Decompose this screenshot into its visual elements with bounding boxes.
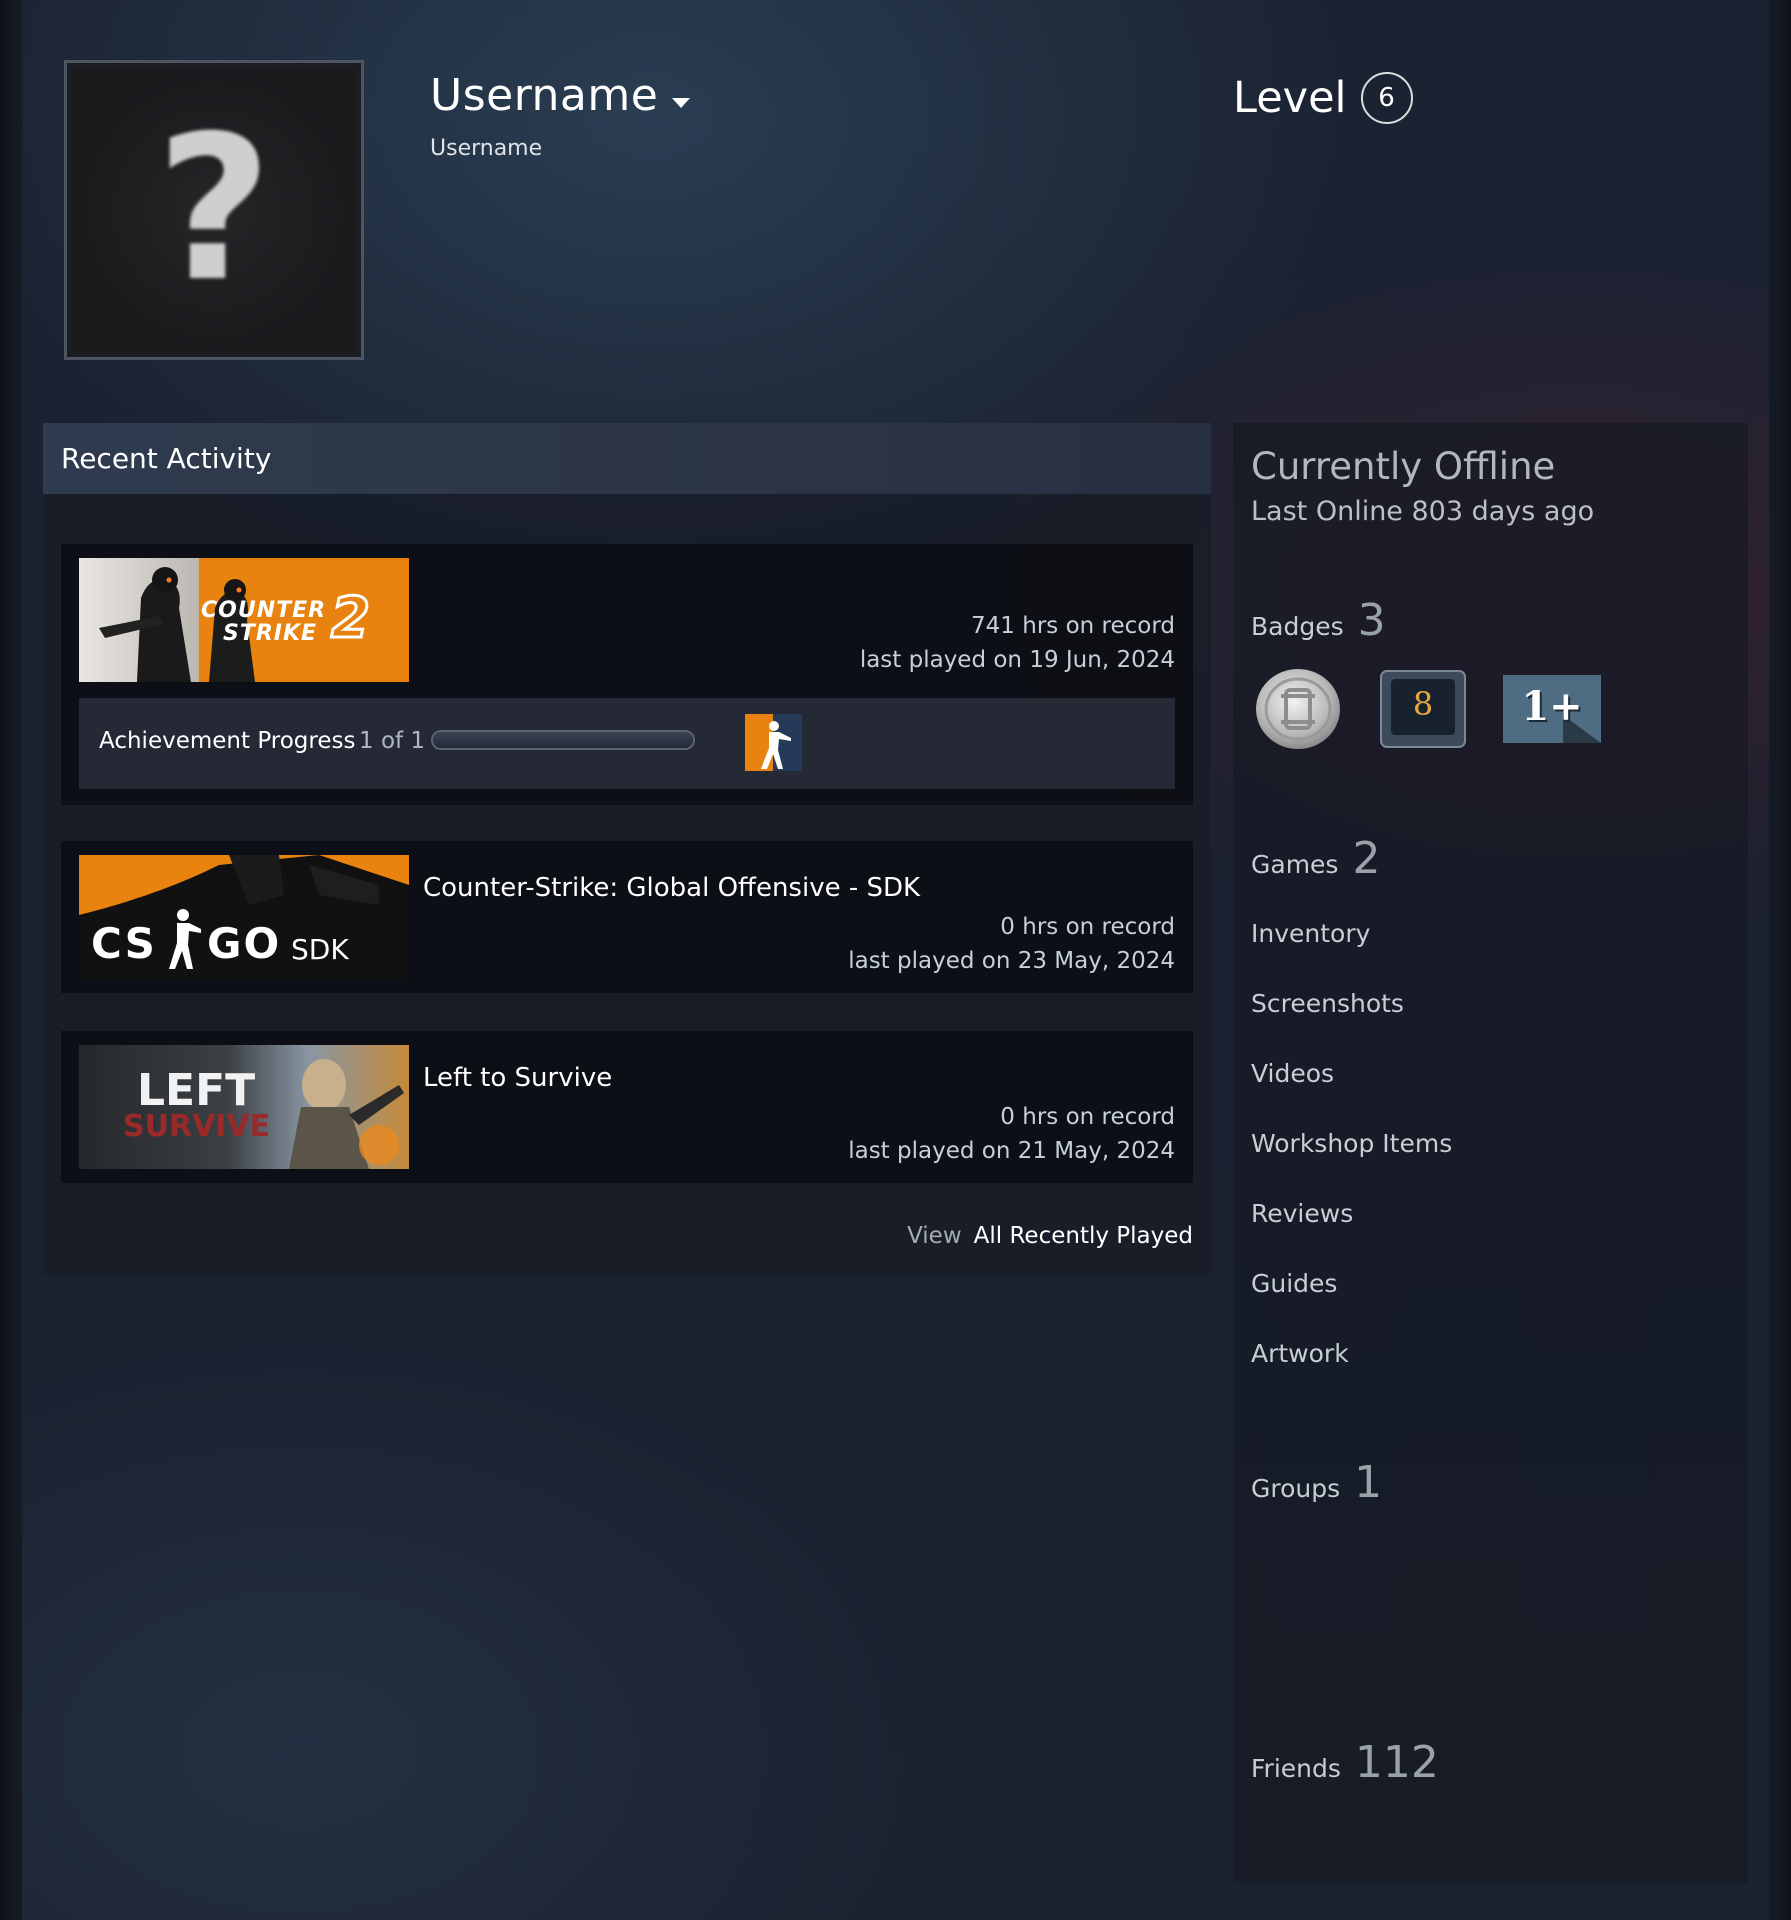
page-edge-right <box>1769 0 1791 1920</box>
csgo-soldier-icon <box>163 907 203 975</box>
game-name[interactable]: Counter-Strike: Global Offensive - SDK <box>423 873 920 903</box>
achievement-progress-label[interactable]: Achievement Progress <box>99 728 355 754</box>
capsule-text-go: GO <box>207 919 282 968</box>
last-online: Last Online 803 days ago <box>1251 496 1595 527</box>
game-last-played: last played on 21 May, 2024 <box>848 1138 1175 1164</box>
videos-link[interactable]: Videos <box>1251 1059 1334 1088</box>
view-all-recently-played[interactable]: View All Recently Played <box>907 1223 1193 1249</box>
achievement-progress-fill <box>433 732 693 748</box>
game-hours: 0 hrs on record <box>1000 1104 1175 1130</box>
achievement-progress-bar <box>431 730 695 750</box>
badges-link[interactable]: Badges 3 <box>1251 595 1386 646</box>
achievement-count: 1 of 1 <box>359 728 426 754</box>
all-recently-played-link[interactable]: All Recently Played <box>974 1223 1193 1249</box>
badges-label[interactable]: Badges <box>1251 612 1344 641</box>
groups-count[interactable]: 1 <box>1354 1457 1382 1508</box>
groups-label[interactable]: Groups <box>1251 1474 1340 1503</box>
workshop-items-link[interactable]: Workshop Items <box>1251 1129 1452 1158</box>
friends-count[interactable]: 112 <box>1355 1737 1439 1788</box>
artwork-link[interactable]: Artwork <box>1251 1339 1349 1368</box>
groups-link[interactable]: Groups 1 <box>1251 1457 1382 1508</box>
capsule-text-cs: CS <box>91 919 157 968</box>
left-to-survive-capsule[interactable]: LEFT SURVIVE <box>79 1045 409 1169</box>
level-label: Level <box>1233 73 1347 123</box>
recent-activity-header: Recent Activity <box>43 423 1211 494</box>
recent-game-left-to-survive: LEFT SURVIVE Left to Survive 0 hrs on re… <box>61 1031 1193 1183</box>
view-label: View <box>907 1223 962 1249</box>
csgo-sdk-capsule[interactable]: CS GO SDK <box>79 855 409 979</box>
real-name: Username <box>430 136 543 161</box>
capsule-text-sdk: SDK <box>291 933 349 966</box>
profile-sidebar: Currently Offline Last Online 803 days a… <box>1233 423 1748 1883</box>
page-edge-left <box>0 0 22 1920</box>
recent-game-csgo-sdk: CS GO SDK Counter-Strike: Global Offensi… <box>61 841 1193 993</box>
inventory-link[interactable]: Inventory <box>1251 919 1370 948</box>
counter-strike-2-capsule[interactable]: COUNTER STRIKE 2 <box>79 558 409 682</box>
silver-coin-badge-icon[interactable] <box>1253 666 1343 756</box>
recent-activity-title: Recent Activity <box>61 442 272 475</box>
online-status: Currently Offline <box>1251 445 1556 488</box>
games-link[interactable]: Games 2 <box>1251 833 1380 884</box>
avatar[interactable]: ? <box>64 60 364 360</box>
question-mark-glyph: ? <box>155 93 272 326</box>
game-last-played: last played on 23 May, 2024 <box>848 948 1175 974</box>
recent-game-counter-strike-2: COUNTER STRIKE 2 741 hrs on record last … <box>61 544 1193 805</box>
profile-level: Level 6 <box>1233 72 1413 124</box>
friends-link[interactable]: Friends 112 <box>1251 1737 1439 1788</box>
game-hours: 0 hrs on record <box>1000 914 1175 940</box>
friends-label[interactable]: Friends <box>1251 1754 1341 1783</box>
pillar-badge-text: 1+ <box>1521 683 1583 730</box>
years-of-service-badge-icon[interactable]: 8 <box>1379 669 1467 753</box>
capsule-text-strike: STRIKE <box>223 621 318 646</box>
game-hours: 741 hrs on record <box>971 613 1175 639</box>
level-badge[interactable]: 6 <box>1360 72 1413 124</box>
persona-name[interactable]: Username <box>430 70 658 121</box>
capsule-text-2: 2 <box>330 585 372 653</box>
profile-page: ? Username Username Level 6 Recent Activ… <box>0 0 1791 1920</box>
capsule-text-counter: COUNTER <box>201 598 327 623</box>
recent-activity-panel: Recent Activity COUNTER STRIKE 2 741 hrs… <box>43 423 1211 1275</box>
achievement-progress[interactable]: Achievement Progress 1 of 1 <box>79 698 1175 789</box>
reviews-link[interactable]: Reviews <box>1251 1199 1353 1228</box>
guides-link[interactable]: Guides <box>1251 1269 1337 1298</box>
counter-strike-soldier-icon[interactable] <box>745 714 802 771</box>
badge-list: 8 1+ <box>1253 666 1637 756</box>
screenshots-link[interactable]: Screenshots <box>1251 989 1404 1018</box>
games-count[interactable]: 2 <box>1352 833 1380 884</box>
years-of-service-number: 8 <box>1412 685 1434 723</box>
pillar-badge-icon[interactable]: 1+ <box>1503 675 1601 747</box>
game-last-played: last played on 19 Jun, 2024 <box>859 647 1175 673</box>
persona-name-dropdown[interactable]: Username <box>430 70 691 121</box>
question-mark-avatar-icon: ? <box>72 68 356 352</box>
capsule-text-survive: SURVIVE <box>123 1109 271 1144</box>
games-label[interactable]: Games <box>1251 850 1338 879</box>
chevron-down-icon[interactable] <box>672 97 691 108</box>
badges-count[interactable]: 3 <box>1358 595 1386 646</box>
game-name[interactable]: Left to Survive <box>423 1063 612 1093</box>
